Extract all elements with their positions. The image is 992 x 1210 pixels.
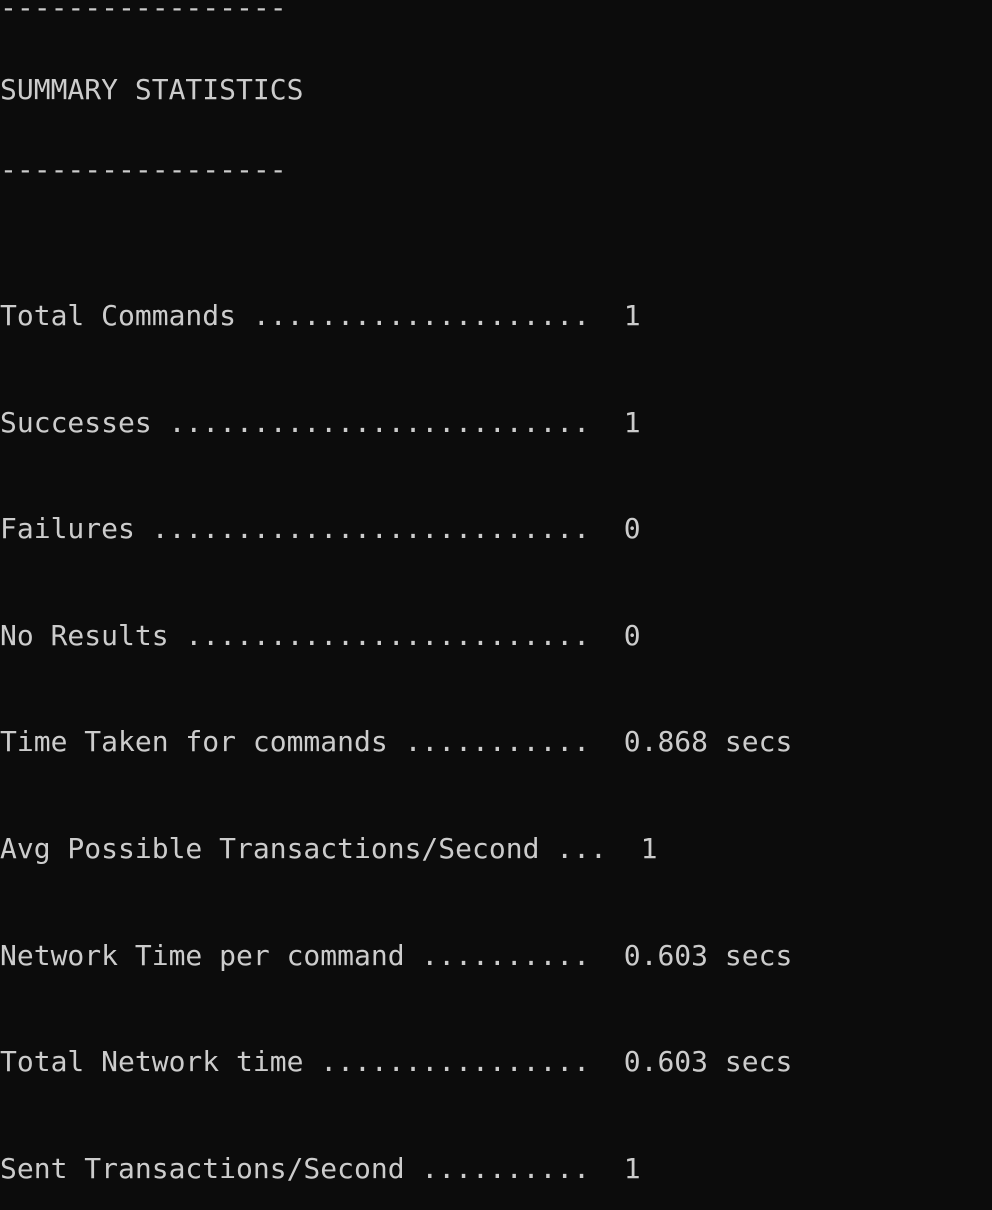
divider-middle: ----------------- bbox=[0, 153, 287, 186]
divider-top: ----------------- bbox=[0, 0, 287, 24]
stat-total-network-time: Total Network time ................ 0.60… bbox=[0, 1045, 793, 1079]
stat-avg-possible-transactions: Avg Possible Transactions/Second ... 1 bbox=[0, 831, 658, 865]
stat-total-commands: Total Commands .................... 1 bbox=[0, 299, 641, 332]
stat-sent-transactions: Sent Transactions/Second .......... 1 bbox=[0, 1151, 641, 1185]
stat-successes: Successes ......................... 1 bbox=[0, 405, 641, 439]
console-window[interactable]: ----------------- SUMMARY STATISTICS ---… bbox=[0, 0, 992, 1185]
stat-network-time-per-command: Network Time per command .......... 0.60… bbox=[0, 938, 793, 972]
stat-time-taken: Time Taken for commands ........... 0.86… bbox=[0, 725, 793, 759]
stat-no-results: No Results ........................ 0 bbox=[0, 618, 641, 652]
summary-heading: SUMMARY STATISTICS bbox=[0, 73, 304, 106]
statistics-list: Total Commands .................... 1 Su… bbox=[0, 230, 792, 1210]
stat-failures: Failures .......................... 0 bbox=[0, 512, 641, 546]
